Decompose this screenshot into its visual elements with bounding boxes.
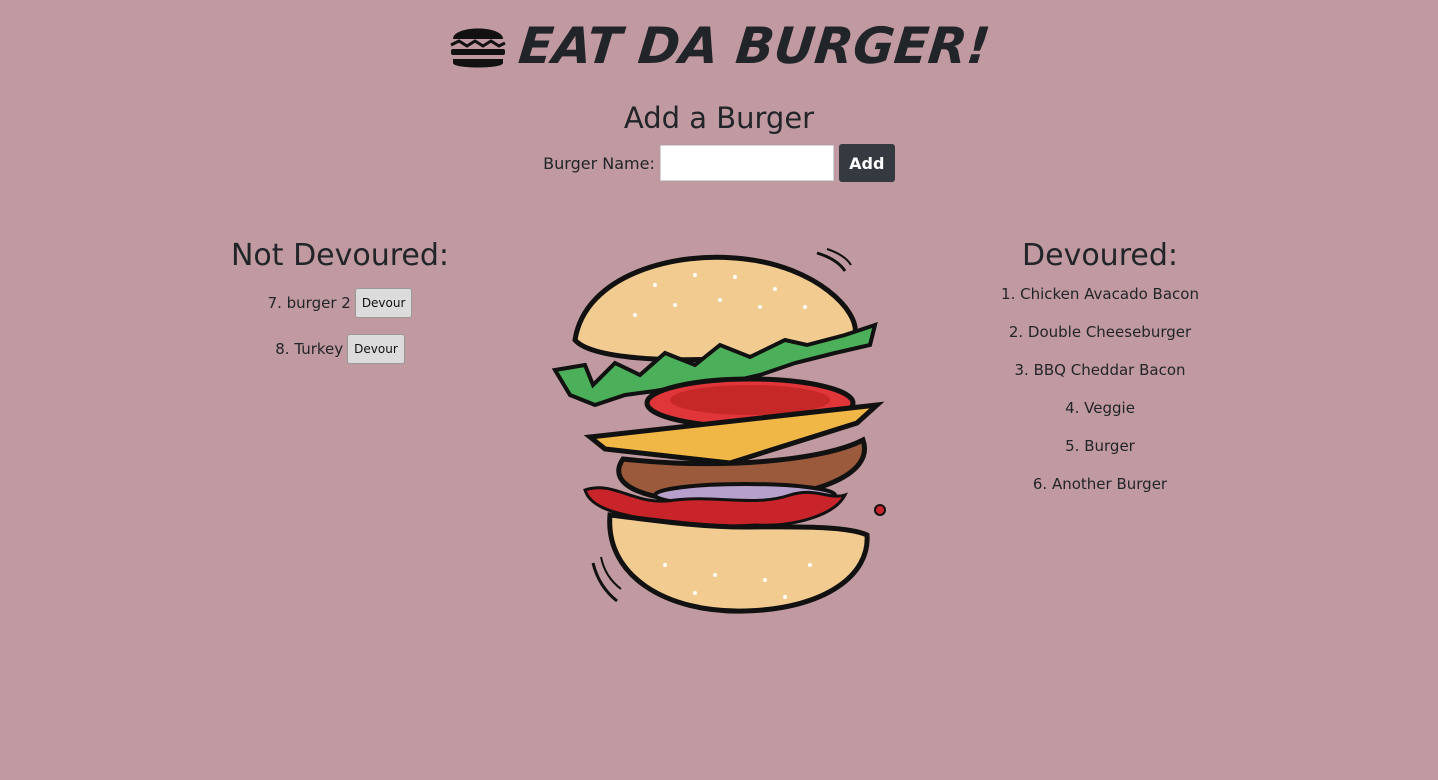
burger-name-label: Burger Name: (543, 153, 655, 173)
site-title: EAT DA BURGER! (515, 17, 993, 75)
devoured-heading: Devoured: (1022, 238, 1178, 273)
not-devoured-heading: Not Devoured: (230, 238, 450, 273)
add-burger-form: Burger Name: Add (0, 144, 1438, 182)
list-item: 5. Burger (1065, 437, 1135, 455)
page: EAT DA BURGER! Add a Burger Burger Name:… (0, 0, 1438, 780)
add-button[interactable]: Add (838, 144, 895, 182)
burger-name-input[interactable] (659, 145, 834, 181)
list-item: 4. Veggie (1065, 399, 1135, 417)
list-item: 2. Double Cheeseburger (1008, 323, 1192, 341)
devour-button[interactable]: Devour (347, 334, 405, 364)
list-item: 7. burger 2 Devour (190, 280, 490, 326)
burger-name: 8. Turkey (275, 340, 344, 358)
add-burger-heading: Add a Burger (623, 101, 815, 135)
burger-name: 7. burger 2 (267, 294, 351, 312)
list-item: 6. Another Burger (1032, 475, 1168, 493)
devoured-list: 1. Chicken Avacado Bacon 2. Double Chees… (950, 275, 1250, 503)
list-item: 1. Chicken Avacado Bacon (1001, 285, 1199, 303)
list-item: 8. Turkey Devour (190, 326, 490, 372)
header: EAT DA BURGER! (0, 14, 1438, 78)
burger-illustration (551, 248, 886, 614)
list-item: 3. BBQ Cheddar Bacon (1014, 361, 1186, 379)
not-devoured-list: 7. burger 2 Devour 8. Turkey Devour (190, 280, 490, 372)
devour-button[interactable]: Devour (354, 288, 413, 318)
hamburger-icon (449, 28, 506, 68)
